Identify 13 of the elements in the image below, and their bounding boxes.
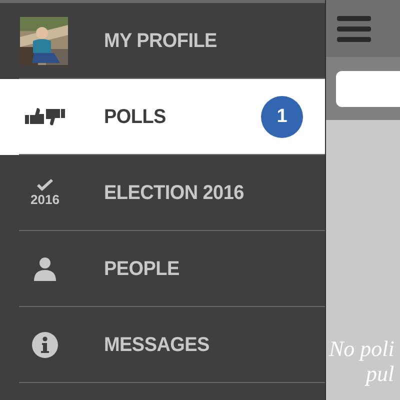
menu-item[interactable]: PEOPLE bbox=[0, 231, 325, 307]
person-icon bbox=[33, 257, 57, 281]
info-icon bbox=[32, 332, 58, 358]
menu-item[interactable]: MY PROFILE bbox=[0, 3, 325, 79]
menu-item[interactable]: MESSAGES bbox=[0, 307, 325, 383]
check-icon bbox=[36, 179, 54, 193]
thumbs-up-down-icon bbox=[25, 107, 65, 127]
menu-item[interactable]: POLLS 1 bbox=[0, 79, 325, 155]
year-label: 2016 bbox=[30, 193, 60, 207]
count-badge: 1 bbox=[261, 96, 303, 138]
search-field[interactable] bbox=[336, 70, 400, 106]
menu-item[interactable]: 2016 ELECTION 2016 bbox=[0, 155, 325, 231]
menu-icon[interactable] bbox=[337, 16, 371, 42]
